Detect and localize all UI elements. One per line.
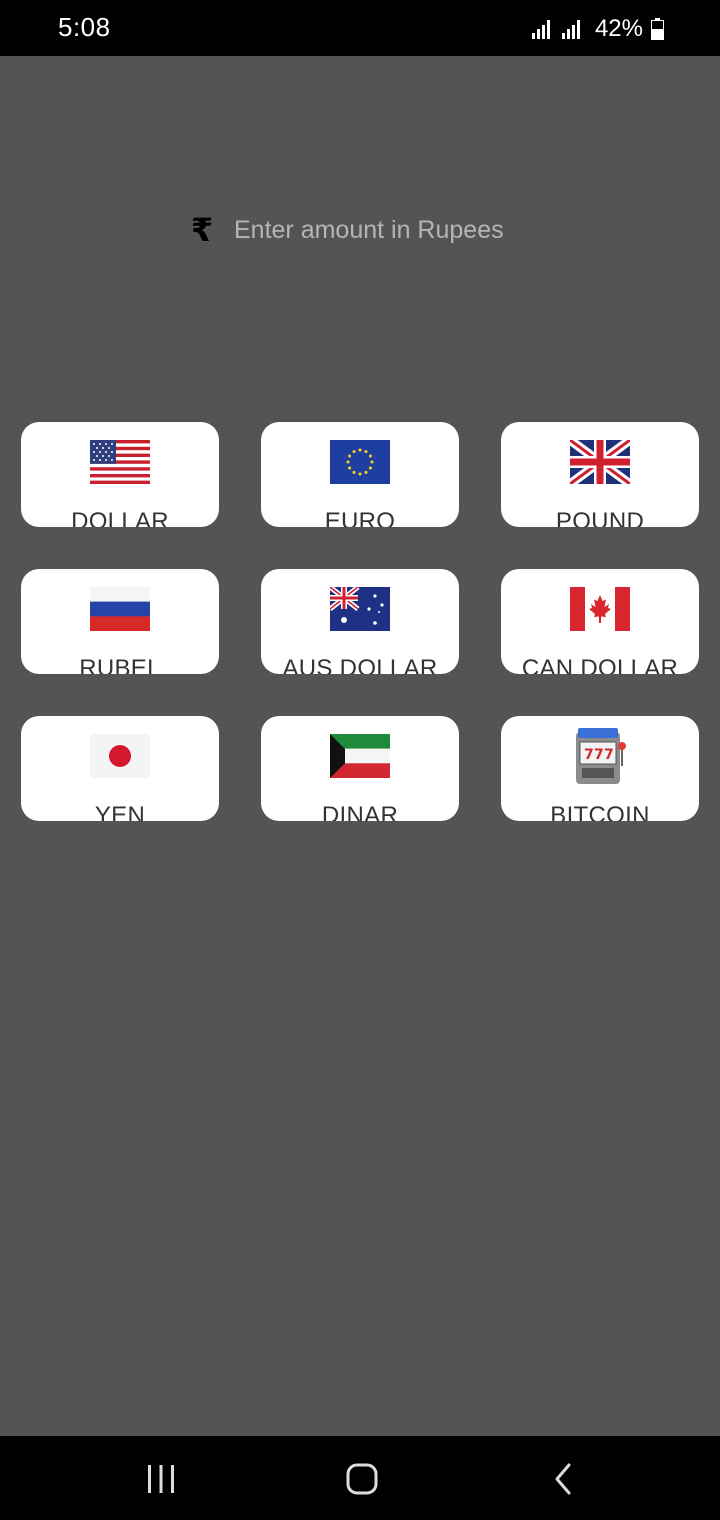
kuwait-flag-icon (330, 734, 390, 778)
dinar-label: DINAR (321, 802, 399, 821)
battery-percent: 42% (594, 15, 643, 42)
amount-input[interactable] (234, 210, 594, 250)
aus-dollar-button[interactable]: AUS DOLLAR (261, 569, 459, 674)
russia-flag-icon (90, 587, 150, 631)
yen-label: YEN (94, 802, 146, 821)
status-time: 5:08 (58, 12, 111, 42)
battery-icon (651, 18, 664, 40)
rubel-button[interactable]: RUBEL (21, 569, 219, 674)
signal-icon (531, 20, 550, 39)
slot-machine-icon: 7 7 7 (576, 728, 626, 784)
pound-button[interactable]: POUND (501, 422, 699, 527)
dinar-button[interactable]: DINAR (261, 716, 459, 821)
canada-flag-icon (570, 587, 630, 631)
japan-flag-icon (90, 734, 150, 778)
home-icon[interactable] (339, 1456, 385, 1502)
status-bar: 5:08 42% (0, 0, 720, 56)
svg-text:7: 7 (594, 747, 604, 763)
can-dollar-button[interactable]: CAN DOLLAR (501, 569, 699, 674)
dollar-label: DOLLAR (71, 508, 169, 527)
dollar-button[interactable]: DOLLAR (21, 422, 219, 527)
back-icon[interactable] (541, 1456, 587, 1502)
signal-icon (561, 20, 580, 39)
australia-flag-icon (330, 587, 390, 631)
yen-button[interactable]: YEN (21, 716, 219, 821)
status-icons: 42% (531, 14, 664, 44)
pound-label: POUND (555, 508, 645, 527)
uk-flag-icon (570, 440, 630, 484)
rubel-label: RUBEL (79, 655, 161, 674)
bitcoin-label: BITCOIN (550, 802, 650, 821)
amount-input-row: ₹ (190, 208, 610, 252)
recent-apps-icon[interactable] (138, 1456, 184, 1502)
rupee-icon: ₹ (190, 212, 214, 248)
eu-flag-icon (330, 440, 390, 484)
us-flag-icon (90, 440, 150, 484)
aus-dollar-label: AUS DOLLAR (282, 655, 438, 674)
can-dollar-label: CAN DOLLAR (521, 655, 679, 674)
bitcoin-button[interactable]: 7 7 7 BITCOIN (501, 716, 699, 821)
svg-text:7: 7 (604, 747, 614, 763)
navigation-bar (0, 1436, 720, 1520)
euro-label: EURO (324, 508, 396, 527)
svg-text:7: 7 (584, 747, 594, 763)
euro-button[interactable]: EURO (261, 422, 459, 527)
